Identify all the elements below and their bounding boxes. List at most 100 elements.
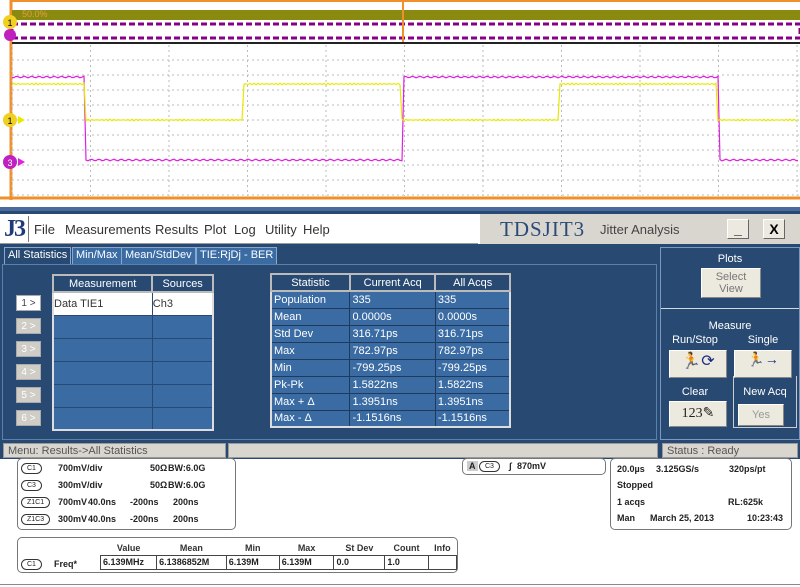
statistic-name: Max: [270, 341, 351, 360]
col-measurement: Measurement: [51, 274, 154, 293]
tdsjit3-window: J3 File Measurements Results Plot Log Ut…: [0, 207, 800, 459]
current-acq-value: 782.97ps: [349, 341, 436, 360]
oscilloscope-display: 1 50.0% 1 3: [0, 0, 800, 202]
col-current-acq: Current Acq: [348, 273, 437, 292]
run-stop-button[interactable]: 🏃⟳: [669, 350, 727, 378]
tab-tie-rjdj-ber[interactable]: TIE:RjDj - BER: [196, 247, 278, 264]
measurement-row[interactable]: [52, 314, 214, 339]
channel-setting: BW:6.0G: [168, 480, 206, 490]
all-acqs-value: 782.97ps: [434, 341, 511, 360]
measurement-row[interactable]: [52, 337, 214, 362]
running-loop-icon: 🏃⟳: [681, 353, 715, 370]
statistic-row: Population 335 335: [270, 290, 511, 309]
acquisition-readout[interactable]: 20.0µs 3.125GS/s 320ps/pt Stopped 1 acqs…: [610, 458, 792, 530]
trigger-readout[interactable]: A C3 ∫ 870mV: [462, 458, 606, 475]
freq-value-cell: 0.0: [333, 554, 386, 570]
statistic-name: Population: [270, 290, 351, 309]
freq-label: Freq*: [54, 559, 78, 569]
status-spacer: [228, 443, 658, 458]
source-cell: [151, 383, 214, 408]
statistic-name: Mean: [270, 307, 351, 326]
trigger-mode: A: [467, 461, 478, 471]
freq-col-header: Value: [116, 542, 141, 553]
control-panel: Plots Select View Measure Run/Stop Singl…: [660, 247, 800, 440]
source-cell: [151, 360, 214, 385]
channel-setting: 300mV/div: [58, 480, 103, 490]
measurement-row[interactable]: [52, 383, 214, 408]
new-acq-yes-button[interactable]: Yes: [738, 404, 784, 426]
freq-value-cell: [427, 554, 458, 570]
ch3-overview-marker: [4, 29, 16, 41]
all-acqs-value: -799.25ps: [434, 358, 511, 377]
menu-file[interactable]: File: [34, 222, 55, 237]
timebase: 20.0µs: [617, 464, 645, 474]
col-statistic: Statistic: [270, 273, 351, 292]
row-select-button-3[interactable]: 3 >: [16, 341, 41, 357]
measurement-row[interactable]: [52, 360, 214, 385]
acq-mode: Man: [617, 513, 635, 523]
channel-setting: 200ns: [173, 514, 199, 524]
channel-chip: C1: [21, 463, 42, 474]
svg-text:1: 1: [7, 18, 12, 28]
measurement-cell: [52, 383, 153, 408]
row-select-button-2[interactable]: 2 >: [16, 318, 41, 334]
statistic-name: Max - Δ: [270, 409, 351, 428]
statistic-row: Pk-Pk 1.5822ns 1.5822ns: [270, 375, 511, 394]
single-button[interactable]: 🏃→: [734, 350, 792, 378]
channel-setting: 700mV/div: [58, 463, 103, 473]
measurement-cell: [52, 360, 153, 385]
measurement-cell: [52, 337, 153, 362]
col-sources: Sources: [151, 274, 214, 293]
all-acqs-value: -1.1516ns: [434, 409, 511, 428]
measurement-row[interactable]: Data TIE1 Ch3: [52, 291, 214, 316]
channel-setting: 700mV: [58, 497, 88, 507]
minimize-button[interactable]: _: [727, 219, 749, 239]
row-select-button-5[interactable]: 5 >: [16, 387, 41, 403]
acq-state: Stopped: [617, 480, 653, 490]
clear-button[interactable]: 123✎: [669, 401, 727, 427]
menu-utility[interactable]: Utility: [265, 222, 297, 237]
channel-setting: 40.0ns: [88, 514, 117, 524]
all-acqs-value: 316.71ps: [434, 324, 511, 343]
statistic-name: Max + Δ: [270, 392, 351, 411]
menu-path-status: Menu: Results->All Statistics: [3, 443, 226, 458]
sample-rate: 3.125GS/s: [656, 464, 700, 474]
statistics-table: Statistic Current Acq All Acqs Population 3…: [270, 273, 511, 428]
rising-edge-icon: ∫: [509, 461, 512, 471]
menu-help[interactable]: Help: [303, 222, 330, 237]
tab-all-statistics[interactable]: All Statistics: [4, 247, 72, 264]
freq-col-header: Mean: [179, 542, 203, 553]
tab-mean-stddev[interactable]: Mean/StdDev: [121, 247, 196, 264]
freq-col-header: Max: [297, 542, 316, 553]
clear-label: Clear: [681, 386, 709, 398]
freq-value-cell: 6.1386852M: [156, 554, 227, 570]
new-acq-label: New Acq: [743, 386, 787, 398]
freq-source-chip: C1: [21, 559, 42, 570]
channel-setting: 200ns: [173, 497, 199, 507]
menu-results[interactable]: Results: [155, 222, 198, 237]
freq-col-header: Count: [393, 542, 420, 553]
menu-plot[interactable]: Plot: [204, 222, 226, 237]
measurement-readout[interactable]: C1 Freq* Value Mean Min Max St Dev Count Info 6…: [17, 537, 458, 573]
freq-col-header: Info: [434, 542, 451, 553]
channel-setting: 50Ω: [150, 480, 168, 490]
ch1-overview-marker: 1: [3, 15, 17, 29]
row-select-button-4[interactable]: 4 >: [16, 364, 41, 380]
freq-value-cell: 6.139M: [278, 554, 335, 570]
record-length: RL:625k: [728, 497, 764, 507]
select-view-button[interactable]: Select View: [701, 268, 761, 298]
current-acq-value: 1.5822ns: [349, 375, 436, 394]
menu-log[interactable]: Log: [234, 222, 256, 237]
source-cell: [151, 406, 214, 431]
channel-setting: -200ns: [130, 497, 159, 507]
row-select-button-1[interactable]: 1 >: [16, 295, 41, 311]
close-button[interactable]: X: [763, 219, 785, 239]
row-select-button-6[interactable]: 6 >: [16, 410, 41, 426]
measurement-row[interactable]: [52, 406, 214, 431]
overview-zoom-label: 50.0%: [22, 9, 48, 19]
channel-settings-box[interactable]: C1 700mV/div 50Ω BW:6.0G C3 300mV/div 50Ω BW:6.…: [17, 458, 236, 530]
trigger-level: 870mV: [517, 461, 547, 471]
statistic-name: Min: [270, 358, 351, 377]
menu-measurements[interactable]: Measurements: [65, 222, 151, 237]
tab-min-max[interactable]: Min/Max: [72, 247, 122, 264]
